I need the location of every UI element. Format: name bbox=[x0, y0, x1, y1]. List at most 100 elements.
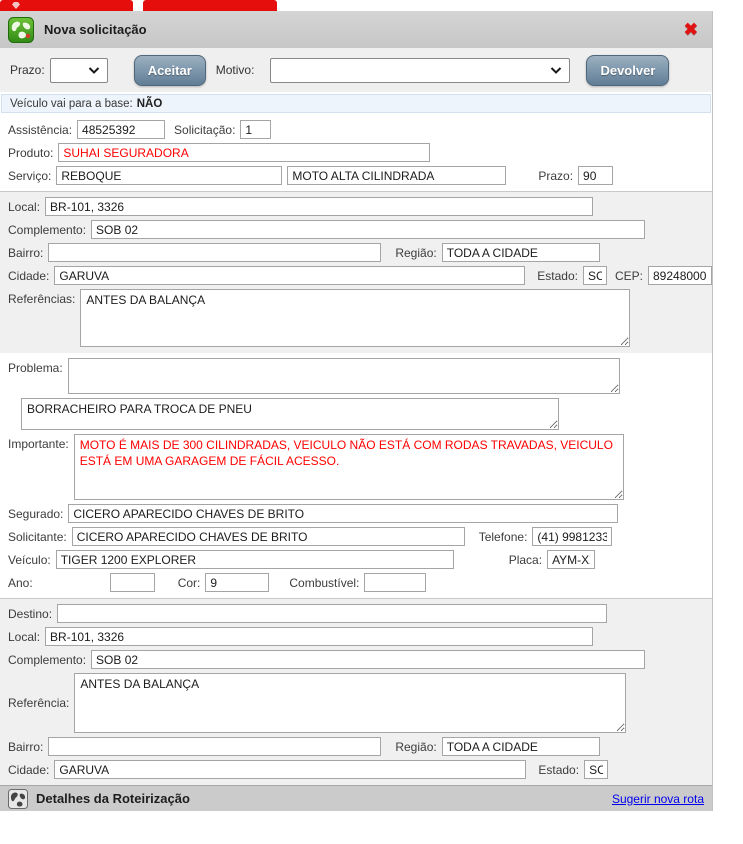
motivo-label: Motivo: bbox=[216, 63, 255, 77]
devolver-button[interactable]: Devolver bbox=[586, 55, 669, 86]
bairro-input[interactable] bbox=[48, 243, 381, 262]
problema-row: Problema: bbox=[0, 356, 712, 396]
produto-label: Produto: bbox=[8, 146, 53, 160]
cidade-estado-cep-row: Cidade: Estado: CEP: bbox=[0, 264, 712, 287]
motivo-select[interactable] bbox=[270, 58, 570, 83]
produto-input[interactable] bbox=[58, 143, 430, 162]
bairro-label: Bairro: bbox=[8, 246, 43, 260]
telefone-label: Telefone: bbox=[479, 530, 528, 544]
referencias-textarea[interactable]: ANTES DA BALANÇA bbox=[80, 289, 630, 347]
referencias-row: Referências: ANTES DA BALANÇA bbox=[0, 287, 712, 349]
chevron-down-icon bbox=[550, 67, 562, 74]
browser-tab-1[interactable] bbox=[0, 0, 133, 11]
ano-label: Ano: bbox=[8, 576, 33, 590]
servico-input[interactable] bbox=[56, 166, 282, 185]
globe-gray-icon bbox=[8, 789, 28, 809]
estado-label: Estado: bbox=[537, 269, 578, 283]
destino-cidade-input[interactable] bbox=[54, 760, 526, 779]
solicitante-telefone-row: Solicitante: Telefone: bbox=[0, 525, 712, 548]
nova-solicitacao-panel: Nova solicitação ✖ Prazo: Aceitar Motivo… bbox=[0, 11, 713, 811]
destino-complemento-row: Complemento: bbox=[0, 648, 712, 671]
destino-referencia-row: Referência: ANTES DA BALANÇA bbox=[0, 671, 712, 735]
problema-veiculo-section: Problema: BORRACHEIRO PARA TROCA DE PNEU… bbox=[0, 353, 712, 598]
panel-header: Nova solicitação ✖ bbox=[0, 11, 712, 48]
aceitar-button[interactable]: Aceitar bbox=[134, 55, 206, 86]
destino-referencia-label: Referência: bbox=[8, 696, 69, 710]
destino-row: Destino: bbox=[0, 602, 712, 625]
assistencia-input[interactable] bbox=[77, 120, 165, 139]
cidade-input[interactable] bbox=[54, 266, 525, 285]
referencias-label: Referências: bbox=[8, 292, 75, 306]
prazo-input[interactable] bbox=[578, 166, 613, 185]
browser-tab-2[interactable] bbox=[143, 0, 277, 11]
destino-estado-label: Estado: bbox=[538, 763, 579, 777]
sugerir-nova-rota-link[interactable]: Sugerir nova rota bbox=[612, 792, 704, 806]
veiculo-input[interactable] bbox=[56, 550, 454, 569]
telefone-input[interactable] bbox=[532, 527, 612, 546]
destino-local-input[interactable] bbox=[45, 627, 593, 646]
assistencia-row: Assistência: Solicitação: bbox=[0, 118, 712, 141]
importante-label: Importante: bbox=[8, 437, 69, 451]
browser-tabs-strip bbox=[0, 0, 743, 11]
veiculo-placa-row: Veículo: Placa: bbox=[0, 548, 712, 571]
destino-input[interactable] bbox=[57, 604, 607, 623]
info-bar-label: Veículo vai para a base: bbox=[10, 98, 133, 110]
bairro-regiao-row: Bairro: Região: bbox=[0, 241, 712, 264]
destino-label: Destino: bbox=[8, 607, 52, 621]
destino-bairro-label: Bairro: bbox=[8, 740, 43, 754]
cidade-label: Cidade: bbox=[8, 269, 49, 283]
local-label: Local: bbox=[8, 200, 40, 214]
destino-cidade-label: Cidade: bbox=[8, 763, 49, 777]
assistencia-label: Assistência: bbox=[8, 123, 72, 137]
solicitacao-label: Solicitação: bbox=[174, 123, 235, 137]
complemento-input[interactable] bbox=[91, 220, 645, 239]
footer-title: Detalhes da Roteirização bbox=[36, 791, 190, 806]
segurado-input[interactable] bbox=[68, 504, 618, 523]
solicitacao-input[interactable] bbox=[240, 120, 271, 139]
page-title: Nova solicitação bbox=[44, 22, 147, 37]
servico-detalhe-input[interactable] bbox=[287, 166, 506, 185]
local-row: Local: bbox=[0, 195, 712, 218]
segurado-row: Segurado: bbox=[0, 502, 712, 525]
destino-bairro-input[interactable] bbox=[48, 737, 381, 756]
vehicle-base-info-bar: Veículo vai para a base: NÃO bbox=[1, 94, 711, 113]
close-icon[interactable]: ✖ bbox=[684, 21, 698, 38]
regiao-input[interactable] bbox=[442, 243, 600, 262]
destino-regiao-input[interactable] bbox=[442, 737, 600, 756]
solicitante-input[interactable] bbox=[72, 527, 465, 546]
solicitante-label: Solicitante: bbox=[8, 530, 67, 544]
origem-section: Local: Complemento: Bairro: Região: Cida… bbox=[0, 191, 712, 353]
combustivel-label: Combustível: bbox=[289, 576, 359, 590]
complemento-row: Complemento: bbox=[0, 218, 712, 241]
info-bar-value: NÃO bbox=[137, 98, 163, 110]
regiao-label: Região: bbox=[395, 246, 436, 260]
problema-extra-textarea[interactable]: BORRACHEIRO PARA TROCA DE PNEU bbox=[21, 398, 559, 430]
destino-referencia-textarea[interactable]: ANTES DA BALANÇA bbox=[74, 673, 626, 733]
local-input[interactable] bbox=[45, 197, 593, 216]
problema-textarea[interactable] bbox=[68, 358, 620, 394]
cep-input[interactable] bbox=[648, 266, 712, 285]
prazo-select[interactable] bbox=[50, 58, 108, 83]
placa-label: Placa: bbox=[509, 553, 542, 567]
importante-row: Importante: MOTO É MAIS DE 300 CILINDRAD… bbox=[0, 432, 712, 502]
combustivel-input[interactable] bbox=[364, 573, 426, 592]
cor-input[interactable] bbox=[205, 573, 269, 592]
ano-input[interactable] bbox=[110, 573, 155, 592]
problema-extra-row: BORRACHEIRO PARA TROCA DE PNEU bbox=[0, 396, 712, 432]
chevron-down-icon bbox=[88, 67, 100, 74]
destino-local-label: Local: bbox=[8, 630, 40, 644]
servico-row: Serviço: Prazo: bbox=[0, 164, 712, 187]
placa-input[interactable] bbox=[547, 550, 595, 569]
servico-label: Serviço: bbox=[8, 169, 51, 183]
destino-complemento-input[interactable] bbox=[91, 650, 645, 669]
segurado-label: Segurado: bbox=[8, 507, 63, 521]
destino-section: Destino: Local: Complemento: Referência:… bbox=[0, 598, 712, 785]
destino-regiao-label: Região: bbox=[395, 740, 436, 754]
destino-cidade-estado-row: Cidade: Estado: bbox=[0, 758, 712, 781]
routing-footer: Detalhes da Roteirização Sugerir nova ro… bbox=[0, 785, 712, 811]
prazo-toolbar-label: Prazo: bbox=[10, 63, 45, 77]
importante-textarea[interactable]: MOTO É MAIS DE 300 CILINDRADAS, VEICULO … bbox=[74, 434, 624, 500]
estado-input[interactable] bbox=[583, 266, 607, 285]
toolbar: Prazo: Aceitar Motivo: Devolver bbox=[0, 48, 712, 92]
destino-estado-input[interactable] bbox=[584, 760, 608, 779]
